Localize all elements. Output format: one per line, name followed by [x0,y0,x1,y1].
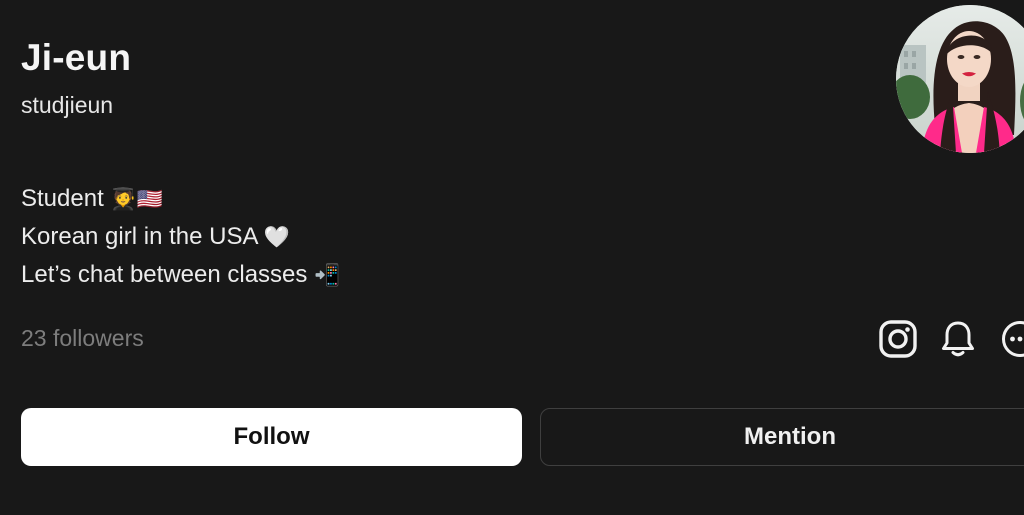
profile-display-name: Ji-eun [21,37,132,78]
bio-line-1: Student 🧑‍🎓🇺🇸 [21,180,340,218]
bio-line-3-emoji: 📲 [314,263,341,287]
followers-count-link[interactable]: 23 followers [21,325,144,352]
bio-line-3-text: Let’s chat between classes [21,261,308,288]
profile-bio: Student 🧑‍🎓🇺🇸 Korean girl in the USA 🤍 L… [21,180,340,294]
bio-line-2-text: Korean girl in the USA [21,223,258,250]
profile-username: studjieun [21,92,114,118]
bio-line-1-emoji: 🧑‍🎓🇺🇸 [110,187,163,211]
profile-page: Ji-eun studjieun Student 🧑‍🎓🇺🇸 Korean gi… [0,0,1024,515]
bio-line-3: Let’s chat between classes 📲 [21,256,340,294]
avatar[interactable] [896,5,1024,153]
bio-line-2-emoji: 🤍 [263,225,290,249]
follow-button[interactable]: Follow [21,408,522,466]
bio-line-2: Korean girl in the USA 🤍 [21,218,340,256]
bio-line-1-text: Student [21,185,104,212]
avatar-image [896,5,1024,153]
bell-icon[interactable] [938,319,978,359]
instagram-icon[interactable] [878,319,918,359]
more-icon[interactable] [1000,319,1024,359]
mention-button[interactable]: Mention [540,408,1024,466]
